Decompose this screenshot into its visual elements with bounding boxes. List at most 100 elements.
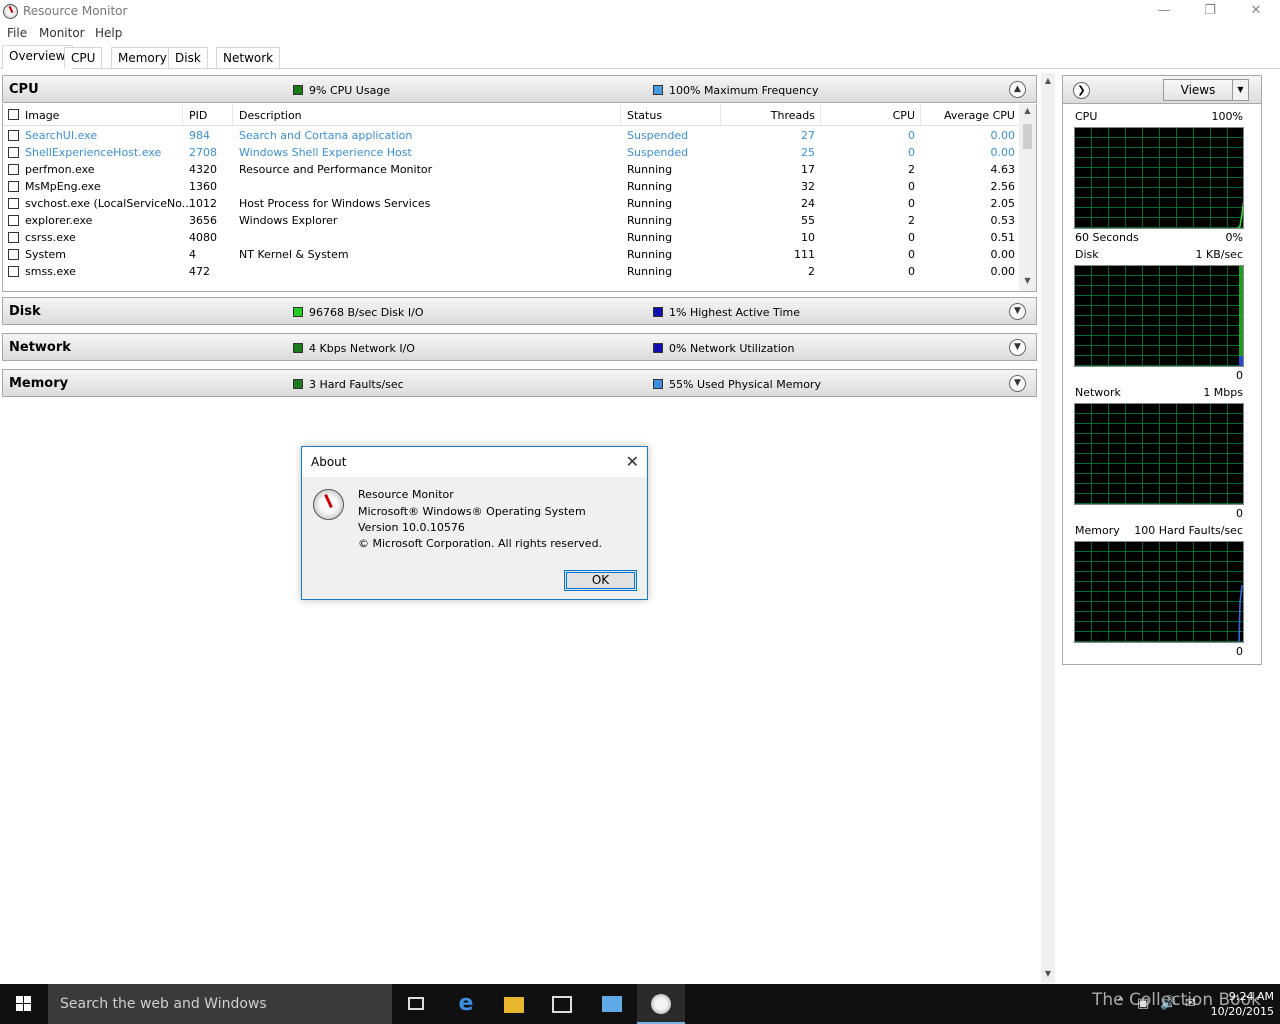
table-row[interactable]: explorer.exe 3656 Windows Explorer Running 5… bbox=[3, 212, 1020, 229]
col-description[interactable]: Description bbox=[239, 109, 302, 122]
row-checkbox[interactable] bbox=[8, 198, 19, 209]
cell-pid: 1360 bbox=[189, 180, 217, 193]
file-explorer-button[interactable] bbox=[490, 984, 538, 1024]
table-row[interactable]: MsMpEng.exe 1360 Running 32 0 2.56 bbox=[3, 178, 1020, 195]
close-button[interactable]: ✕ bbox=[1233, 0, 1279, 23]
col-average-cpu[interactable]: Average CPU bbox=[944, 109, 1015, 122]
table-row[interactable]: perfmon.exe 4320 Resource and Performance … bbox=[3, 161, 1020, 178]
main-scrollbar[interactable]: ▲ ▼ bbox=[1041, 73, 1055, 983]
row-checkbox[interactable] bbox=[8, 181, 19, 192]
taskbar-clock[interactable]: 9:24 AM 10/20/2015 bbox=[1206, 989, 1274, 1019]
table-scrollbar[interactable]: ▲ ▼ bbox=[1019, 104, 1036, 291]
title-bar: Resource Monitor — ❐ ✕ bbox=[0, 0, 1280, 23]
cell-avg: 0.00 bbox=[990, 248, 1016, 261]
chevron-right-icon[interactable]: ❯ bbox=[1073, 82, 1090, 99]
chevron-up-icon[interactable]: ⌃ bbox=[1115, 996, 1126, 1011]
table-row[interactable]: ShellExperienceHost.exe 2708 Windows Shell… bbox=[3, 144, 1020, 161]
task-view-button[interactable] bbox=[392, 984, 440, 1024]
close-icon[interactable]: ✕ bbox=[626, 452, 639, 471]
cell-pid: 4080 bbox=[189, 231, 217, 244]
cpu-graph-timespan: 60 Seconds bbox=[1075, 231, 1139, 244]
cell-pid: 3656 bbox=[189, 214, 217, 227]
col-cpu[interactable]: CPU bbox=[893, 109, 915, 122]
volume-icon[interactable]: 🔊 bbox=[1160, 996, 1176, 1011]
table-header: Image PID Description Status ^ Threads C… bbox=[3, 104, 1020, 126]
table-row[interactable]: smss.exe 472 Running 2 0 0.00 bbox=[3, 263, 1020, 280]
scroll-up-icon[interactable]: ▲ bbox=[1041, 76, 1055, 85]
table-row[interactable]: SearchUI.exe 984 Search and Cortana applic… bbox=[3, 127, 1020, 144]
dialog-copyright: © Microsoft Corporation. All rights rese… bbox=[358, 537, 603, 550]
dialog-version: Version 10.0.10576 bbox=[358, 521, 465, 534]
scroll-down-icon[interactable]: ▼ bbox=[1041, 969, 1055, 978]
menu-monitor[interactable]: Monitor bbox=[39, 26, 85, 40]
ok-button[interactable]: OK bbox=[564, 570, 637, 591]
network-tray-icon[interactable]: ▣ bbox=[1137, 996, 1149, 1011]
disk-active-swatch bbox=[653, 307, 663, 317]
clock-time: 9:24 AM bbox=[1228, 990, 1274, 1003]
cell-cpu: 0 bbox=[908, 231, 915, 244]
control-panel-button[interactable] bbox=[588, 984, 636, 1024]
tab-memory[interactable]: Memory bbox=[111, 47, 174, 68]
row-checkbox[interactable] bbox=[8, 130, 19, 141]
cell-cpu: 0 bbox=[908, 248, 915, 261]
minimize-button[interactable]: — bbox=[1141, 0, 1187, 23]
chevron-down-icon[interactable]: ▼ bbox=[1009, 303, 1026, 320]
cell-avg: 0.00 bbox=[990, 146, 1016, 159]
col-image[interactable]: Image bbox=[25, 109, 59, 122]
col-status[interactable]: Status bbox=[627, 109, 662, 122]
menu-help[interactable]: Help bbox=[95, 26, 122, 40]
resource-monitor-taskbar-button[interactable] bbox=[637, 984, 685, 1024]
chevron-down-icon[interactable]: ▼ bbox=[1009, 375, 1026, 392]
store-button[interactable] bbox=[538, 984, 586, 1024]
tab-cpu[interactable]: CPU bbox=[64, 47, 103, 68]
cpu-section-header[interactable]: CPU 9% CPU Usage 100% Maximum Frequency … bbox=[2, 75, 1037, 103]
network-graph-max: 1 Mbps bbox=[1203, 386, 1243, 399]
disk-section-header[interactable]: Disk 96768 B/sec Disk I/O 1% Highest Act… bbox=[2, 297, 1037, 325]
cell-cpu: 0 bbox=[908, 146, 915, 159]
edge-button[interactable]: e bbox=[442, 984, 490, 1024]
chevron-up-icon[interactable]: ▲ bbox=[1009, 81, 1026, 98]
graph-pane-toolbar: ❯ Views ▼ bbox=[1063, 76, 1261, 104]
row-checkbox[interactable] bbox=[8, 232, 19, 243]
cell-desc: Search and Cortana application bbox=[239, 129, 413, 142]
cell-image: svchost.exe (LocalServiceNo... bbox=[25, 197, 193, 210]
row-checkbox[interactable] bbox=[8, 249, 19, 260]
row-checkbox[interactable] bbox=[8, 266, 19, 277]
scroll-down-icon[interactable]: ▼ bbox=[1019, 276, 1036, 285]
row-checkbox[interactable] bbox=[8, 147, 19, 158]
taskbar-search-box[interactable]: Search the web and Windows bbox=[48, 984, 392, 1024]
cell-cpu: 0 bbox=[908, 197, 915, 210]
tab-overview[interactable]: Overview bbox=[2, 45, 73, 69]
maximize-button[interactable]: ❐ bbox=[1187, 0, 1233, 23]
col-threads[interactable]: Threads bbox=[771, 109, 815, 122]
chevron-down-icon[interactable]: ▼ bbox=[1009, 339, 1026, 356]
col-pid[interactable]: PID bbox=[189, 109, 207, 122]
dialog-title: About bbox=[311, 455, 347, 469]
memory-section-header[interactable]: Memory 3 Hard Faults/sec 55% Used Physic… bbox=[2, 369, 1037, 397]
select-all-checkbox[interactable] bbox=[8, 109, 19, 120]
tab-network[interactable]: Network bbox=[216, 47, 281, 68]
row-checkbox[interactable] bbox=[8, 215, 19, 226]
cpu-section-title: CPU bbox=[9, 82, 39, 97]
cpu-graph-max: 100% bbox=[1211, 110, 1243, 123]
control-panel-icon bbox=[602, 996, 622, 1012]
network-section-header[interactable]: Network 4 Kbps Network I/O 0% Network Ut… bbox=[2, 333, 1037, 361]
table-row[interactable]: svchost.exe (LocalServiceNo... 1012 Host P… bbox=[3, 195, 1020, 212]
menu-file[interactable]: File bbox=[7, 26, 27, 40]
start-button[interactable] bbox=[0, 984, 48, 1024]
row-checkbox[interactable] bbox=[8, 164, 19, 175]
scroll-up-icon[interactable]: ▲ bbox=[1019, 106, 1036, 115]
views-dropdown-icon[interactable]: ▼ bbox=[1233, 79, 1249, 101]
disk-graph-max: 1 KB/sec bbox=[1195, 248, 1243, 261]
memory-graph-min: 0 bbox=[1236, 645, 1243, 658]
cell-threads: 2 bbox=[808, 265, 815, 278]
action-center-icon[interactable]: ✉ bbox=[1185, 996, 1196, 1011]
network-graph-title: Network bbox=[1075, 386, 1121, 399]
cell-pid: 1012 bbox=[189, 197, 217, 210]
table-row[interactable]: csrss.exe 4080 Running 10 0 0.51 bbox=[3, 229, 1020, 246]
resource-monitor-icon bbox=[3, 4, 18, 19]
views-button[interactable]: Views bbox=[1163, 79, 1233, 101]
scroll-thumb[interactable] bbox=[1023, 124, 1032, 149]
table-row[interactable]: System 4 NT Kernel & System Running 111 0 0.00 bbox=[3, 246, 1020, 263]
tab-disk[interactable]: Disk bbox=[168, 47, 208, 68]
